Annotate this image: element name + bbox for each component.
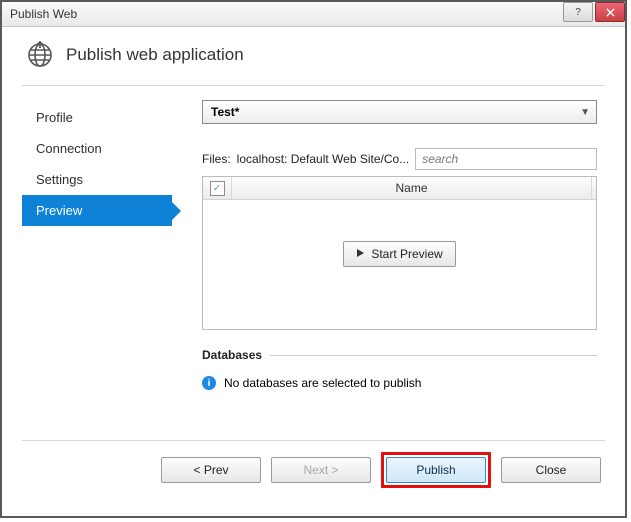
dialog-window: Publish Web ? Publish web application Pr… [0,0,627,518]
wizard-sidebar: Profile Connection Settings Preview [2,94,172,440]
databases-info-row: i No databases are selected to publish [202,376,597,390]
sidebar-item-label: Connection [36,141,102,156]
name-column-label: Name [395,181,427,195]
sidebar-item-settings[interactable]: Settings [22,164,172,195]
file-list-header: ✓ Name [203,177,596,200]
file-list: ✓ Name Start Preview [202,176,597,330]
next-button: Next > [271,457,371,483]
sidebar-item-preview[interactable]: Preview [22,195,172,226]
select-all-checkbox[interactable]: ✓ [210,181,225,196]
start-preview-button[interactable]: Start Preview [343,241,455,267]
chevron-down-icon: ▼ [580,107,590,118]
databases-heading-row: Databases [202,348,597,362]
prev-button[interactable]: < Prev [161,457,261,483]
sidebar-item-label: Settings [36,172,83,187]
titlebar: Publish Web ? [2,2,625,27]
dialog-body: Profile Connection Settings Preview Test… [2,86,625,440]
databases-heading: Databases [202,348,262,362]
dialog-title: Publish web application [66,45,244,65]
profile-dropdown[interactable]: Test* ▼ [202,100,597,124]
start-preview-label: Start Preview [371,247,442,261]
dialog-footer: < Prev Next > Publish Close [2,440,625,516]
select-all-column[interactable]: ✓ [203,177,232,199]
publish-button[interactable]: Publish [386,457,486,483]
main-panel: Test* ▼ Files: localhost: Default Web Si… [172,94,625,440]
name-column-header[interactable]: Name [232,177,592,199]
search-placeholder: search [422,152,458,166]
profile-selected-value: Test* [211,105,239,119]
titlebar-buttons: ? [561,2,625,22]
close-label: Close [536,463,567,477]
footer-divider [22,440,605,441]
sidebar-item-label: Preview [36,203,82,218]
databases-section: Databases i No databases are selected to… [202,348,597,390]
db-divider [270,355,597,356]
sidebar-item-label: Profile [36,110,73,125]
dialog-header: Publish web application [2,27,625,79]
publish-globe-icon [26,41,54,69]
info-icon: i [202,376,216,390]
next-label: Next > [303,463,338,477]
close-window-button[interactable] [595,2,625,22]
help-button[interactable]: ? [563,2,593,22]
start-preview-wrap: Start Preview [203,241,596,267]
search-input[interactable]: search [415,148,597,170]
publish-highlight: Publish [381,452,491,488]
close-icon [606,8,615,17]
files-label: Files: [202,152,231,166]
files-path: localhost: Default Web Site/Co... [237,152,410,166]
sidebar-item-profile[interactable]: Profile [22,102,172,133]
databases-info-text: No databases are selected to publish [224,376,421,390]
sidebar-item-connection[interactable]: Connection [22,133,172,164]
window-title: Publish Web [2,7,77,21]
files-row: Files: localhost: Default Web Site/Co...… [202,148,597,170]
prev-label: < Prev [193,463,228,477]
play-icon [356,247,365,261]
publish-label: Publish [416,463,455,477]
close-button[interactable]: Close [501,457,601,483]
